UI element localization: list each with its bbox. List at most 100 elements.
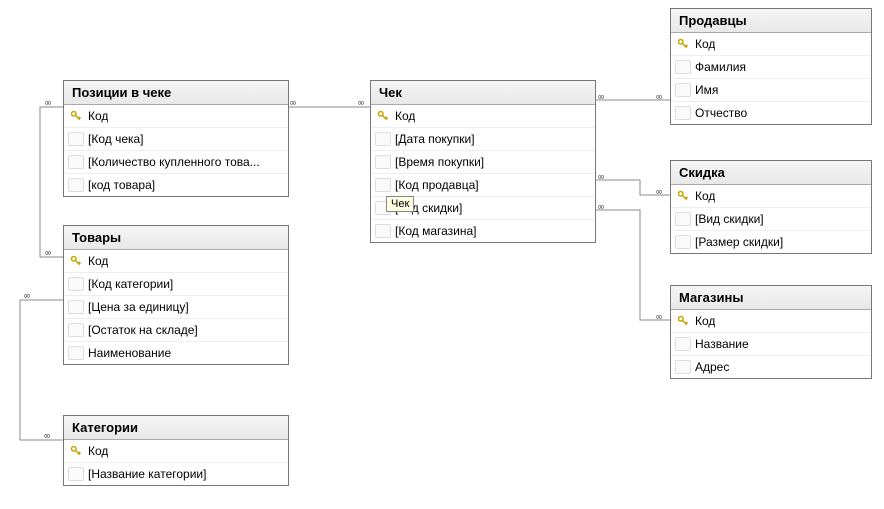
field-icon (68, 154, 84, 170)
field-row-pk[interactable]: Код (671, 310, 871, 333)
field-label: Код (88, 444, 108, 458)
key-icon (675, 313, 691, 329)
field-icon (375, 154, 391, 170)
table-check[interactable]: Чек Код[Дата покупки] [Время покупки] [Код… (370, 80, 596, 243)
field-row[interactable]: [Вид скидки] (671, 208, 871, 231)
field-icon (675, 211, 691, 227)
field-label: Имя (695, 83, 718, 97)
field-list: Код [Название категории] (64, 440, 288, 485)
field-row[interactable]: Адрес (671, 356, 871, 378)
table-header[interactable]: Скидка (671, 161, 871, 185)
cardinality-many: ∞ (656, 187, 661, 198)
field-row[interactable]: [Время покупки] (371, 151, 595, 174)
table-header[interactable]: Позиции в чеке (64, 81, 288, 105)
table-header[interactable]: Категории (64, 416, 288, 440)
table-categories[interactable]: Категории Код [Название категории] (63, 415, 289, 486)
field-icon (675, 234, 691, 250)
table-header[interactable]: Продавцы (671, 9, 871, 33)
table-title: Позиции в чеке (72, 85, 171, 100)
field-list: Код Фамилия Имя Отчество (671, 33, 871, 124)
field-row[interactable]: Наименование (64, 342, 288, 364)
field-label: Код (695, 189, 715, 203)
field-label: Код (695, 37, 715, 51)
field-row[interactable]: [Код чека] (64, 128, 288, 151)
table-header[interactable]: Товары (64, 226, 288, 250)
field-icon (675, 82, 691, 98)
field-row[interactable]: [Количество купленного това... (64, 151, 288, 174)
field-icon (68, 276, 84, 292)
field-row[interactable]: Название (671, 333, 871, 356)
table-title: Категории (72, 420, 138, 435)
field-icon (68, 345, 84, 361)
table-discount[interactable]: Скидка Код [Вид скидки] [Размер скидки] (670, 160, 872, 254)
field-row-pk[interactable]: Код (64, 105, 288, 128)
field-label: [Остаток на складе] (88, 323, 198, 337)
cardinality-many: ∞ (358, 98, 363, 109)
cardinality-many: ∞ (45, 98, 50, 109)
cardinality-many: ∞ (598, 92, 603, 103)
field-row[interactable]: [Код продавца] (371, 174, 595, 197)
field-list: Код [Вид скидки] [Размер скидки] (671, 185, 871, 253)
field-label: Код (88, 109, 108, 123)
table-positions[interactable]: Позиции в чеке Код [Код чека][Количество … (63, 80, 289, 197)
table-title: Скидка (679, 165, 725, 180)
table-title: Товары (72, 230, 121, 245)
field-label: Отчество (695, 106, 747, 120)
key-icon (675, 36, 691, 52)
cardinality-many: ∞ (656, 312, 661, 323)
cardinality-many: ∞ (45, 248, 50, 259)
field-row-pk[interactable]: Код (64, 440, 288, 463)
field-icon (68, 299, 84, 315)
field-row[interactable]: [Код категории] (64, 273, 288, 296)
table-header[interactable]: Чек (371, 81, 595, 105)
field-row-pk[interactable]: Код (64, 250, 288, 273)
cardinality-many: ∞ (598, 172, 603, 183)
field-label: Наименование (88, 346, 171, 360)
field-label: Код (695, 314, 715, 328)
table-sellers[interactable]: Продавцы Код Фамилия Имя Отчество (670, 8, 872, 125)
field-label: Название (695, 337, 749, 351)
table-header[interactable]: Магазины (671, 286, 871, 310)
field-label: [Вид скидки] (695, 212, 764, 226)
field-label: [Название категории] (88, 467, 206, 481)
field-list: Код [Код чека][Количество купленного това… (64, 105, 288, 196)
field-label: [Код магазина] (395, 224, 477, 238)
field-row[interactable]: Имя (671, 79, 871, 102)
field-row[interactable]: [Размер скидки] (671, 231, 871, 253)
field-row-pk[interactable]: Код (671, 33, 871, 56)
field-row[interactable]: [Цена за единицу] (64, 296, 288, 319)
table-goods[interactable]: Товары Код [Код категории] [Цена за единиц… (63, 225, 289, 365)
field-label: [Код категории] (88, 277, 173, 291)
field-row[interactable]: [Дата покупки] (371, 128, 595, 151)
table-stores[interactable]: Магазины Код Название Адрес (670, 285, 872, 379)
cardinality-many: ∞ (598, 202, 603, 213)
cardinality-many: ∞ (24, 291, 29, 302)
field-row-pk[interactable]: Код (671, 185, 871, 208)
field-list: Код Название Адрес (671, 310, 871, 378)
diagram-canvas[interactable]: { "tables": { "positions": { "title": "П… (0, 0, 884, 509)
field-label: [Время покупки] (395, 155, 484, 169)
field-row[interactable]: Фамилия (671, 56, 871, 79)
field-list: Код[Дата покупки] [Время покупки] [Код про… (371, 105, 595, 242)
field-icon (375, 177, 391, 193)
field-list: Код [Код категории] [Цена за единицу] [Оста… (64, 250, 288, 364)
key-icon (375, 108, 391, 124)
field-label: Адрес (695, 360, 729, 374)
field-label: [Код продавца] (395, 178, 479, 192)
field-icon (68, 466, 84, 482)
field-icon (675, 59, 691, 75)
field-icon (68, 322, 84, 338)
field-row-pk[interactable]: Код (371, 105, 595, 128)
field-label: Код (88, 254, 108, 268)
field-row[interactable]: [Остаток на складе] (64, 319, 288, 342)
field-label: [Размер скидки] (695, 235, 783, 249)
cardinality-many: ∞ (44, 431, 49, 442)
field-icon (68, 131, 84, 147)
key-icon (68, 253, 84, 269)
field-icon (375, 131, 391, 147)
field-row[interactable]: Отчество (671, 102, 871, 124)
field-row[interactable]: [Название категории] (64, 463, 288, 485)
field-row[interactable]: [Код магазина] (371, 220, 595, 242)
field-icon (375, 223, 391, 239)
field-row[interactable]: [код товара] (64, 174, 288, 196)
